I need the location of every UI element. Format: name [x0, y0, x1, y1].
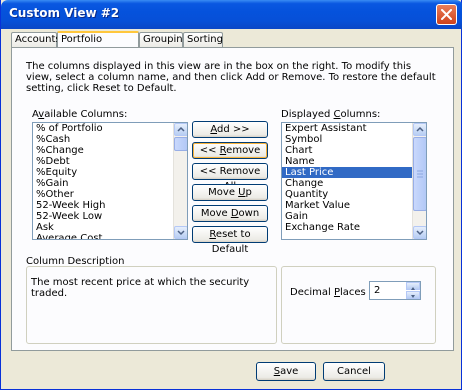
list-item[interactable]: Name [282, 156, 426, 167]
displayed-scrollbar[interactable] [412, 123, 426, 239]
title-bar[interactable]: Custom View #2 [1, 0, 462, 29]
list-item[interactable]: Expert Assistant [282, 123, 426, 134]
move-down-button[interactable]: Move Down [192, 205, 268, 222]
close-button[interactable] [436, 4, 457, 25]
custom-view-dialog: Custom View #2 Accounts Portfolio Column… [0, 0, 462, 390]
list-item[interactable]: % of Portfolio [33, 123, 187, 134]
tab-portfolio-columns[interactable]: Portfolio Columns [57, 31, 139, 58]
chevron-down-icon [416, 230, 424, 236]
scroll-down-button[interactable] [174, 226, 187, 239]
tab-sorting[interactable]: Sorting [183, 32, 223, 47]
scroll-thumb[interactable] [413, 137, 426, 211]
spin-up-button[interactable] [406, 282, 420, 290]
add-button[interactable]: Add >> [192, 121, 268, 138]
scroll-down-button[interactable] [413, 226, 426, 239]
displayed-columns-list[interactable]: Expert Assistant Symbol Chart Name Last Pric… [281, 122, 427, 240]
column-description-box: The most recent price at which the secur… [26, 266, 277, 344]
remove-button[interactable]: << Remove [192, 142, 268, 159]
list-item[interactable]: %Change [33, 145, 187, 156]
instructions-text: The columns displayed in this view are i… [26, 61, 436, 94]
list-item[interactable]: 52-Week High [33, 200, 187, 211]
list-item[interactable]: Gain [282, 211, 426, 222]
list-item[interactable]: Change [282, 178, 426, 189]
chevron-up-icon [177, 126, 185, 132]
grip-icon [417, 170, 423, 178]
spin-down-button[interactable] [406, 291, 420, 299]
chevron-up-icon [416, 126, 424, 132]
list-item[interactable]: Last Price [282, 167, 426, 178]
list-item[interactable]: Exchange Rate [282, 222, 426, 233]
close-icon [441, 9, 452, 20]
list-item[interactable]: %Cash [33, 134, 187, 145]
remove-all-button[interactable]: << Remove All [192, 163, 268, 192]
cancel-button[interactable]: Cancel [323, 362, 385, 381]
list-item[interactable]: %Gain [33, 178, 187, 189]
list-item[interactable]: Quantity [282, 189, 426, 200]
tab-grouping[interactable]: Grouping [139, 32, 189, 47]
scroll-thumb[interactable] [174, 137, 187, 151]
available-scrollbar[interactable] [173, 123, 187, 239]
decimal-places-value[interactable]: 2 [374, 285, 380, 296]
scroll-up-button[interactable] [413, 123, 426, 136]
available-columns-label: Available Columns: [32, 109, 128, 120]
displayed-columns-label: Displayed Columns: [281, 109, 381, 120]
reset-to-default-button[interactable]: Reset to Default [192, 226, 268, 255]
list-item[interactable]: Symbol [282, 134, 426, 145]
list-item[interactable]: Chart [282, 145, 426, 156]
move-up-button[interactable]: Move Up [192, 184, 268, 201]
decimal-places-label: Decimal Places [290, 287, 366, 298]
list-item[interactable]: %Equity [33, 167, 187, 178]
window-title: Custom View #2 [9, 6, 120, 20]
available-columns-list[interactable]: % of Portfolio %Cash %Change %Debt %Equity %G… [32, 122, 188, 240]
decimal-places-box: Decimal Places [281, 266, 436, 344]
column-description-text: The most recent price at which the secur… [31, 277, 250, 299]
decimal-places-stepper[interactable]: 2 [369, 281, 421, 300]
scroll-up-button[interactable] [174, 123, 187, 136]
portfolio-columns-panel: The columns displayed in this view are i… [11, 47, 454, 351]
list-item[interactable]: %Debt [33, 156, 187, 167]
list-item[interactable]: Market Value [282, 200, 426, 211]
tab-accounts[interactable]: Accounts [11, 32, 61, 47]
list-item[interactable]: Average Cost [33, 233, 187, 239]
list-item[interactable]: %Other [33, 189, 187, 200]
caret-down-icon [411, 295, 415, 298]
save-button[interactable]: Save [256, 362, 316, 381]
list-item[interactable]: Ask [33, 222, 187, 233]
chevron-down-icon [177, 230, 185, 236]
list-item[interactable]: 52-Week Low [33, 211, 187, 222]
